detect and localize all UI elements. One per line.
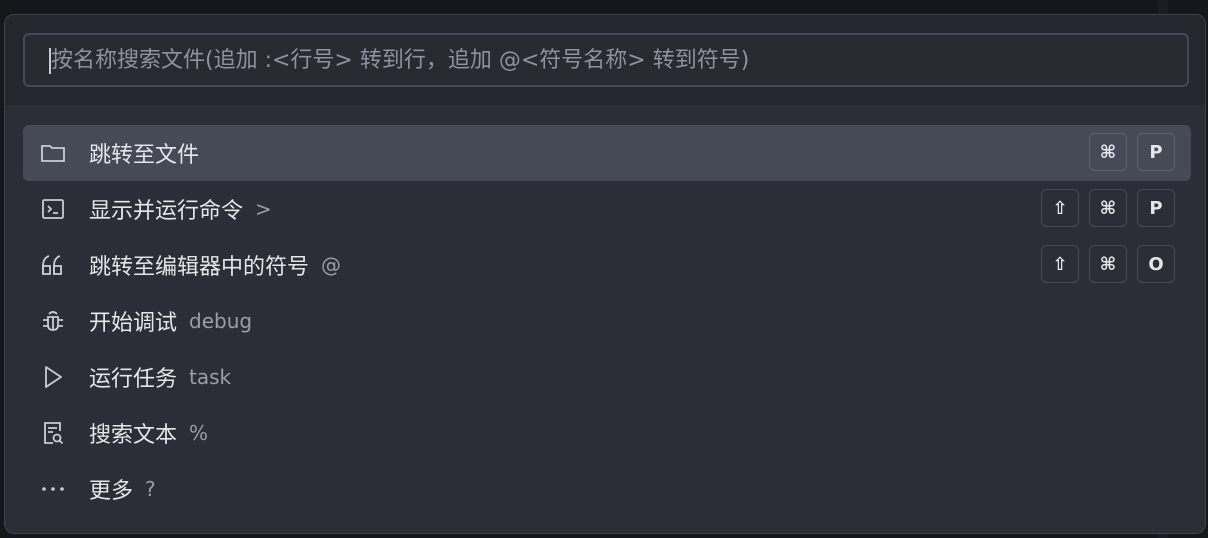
palette-input-area [5,15,1205,105]
command-key: ⌘ [1089,133,1127,171]
item-label: 更多 [89,479,134,504]
item-label: 搜索文本 [89,423,178,448]
command-key: ⌘ [1089,189,1127,227]
item-hint: > [255,197,272,221]
list-item-run-task[interactable]: 运行任务 task [23,349,1191,405]
item-label: 显示并运行命令 [89,199,244,224]
shortcut-keys: ⇧ ⌘ O [1041,245,1175,283]
item-label: 跳转至编辑器中的符号 [89,255,310,280]
command-palette: 跳转至文件 ⌘ P 显示并运行命令 > ⇧ ⌘ P [4,14,1206,534]
text-caret [49,48,51,74]
play-icon [39,363,67,391]
item-hint: % [189,421,209,445]
list-item-search-text[interactable]: 搜索文本 % [23,405,1191,461]
search-file-icon [39,419,67,447]
terminal-icon [39,195,67,223]
shortcut-keys: ⌘ P [1089,133,1175,171]
shift-key: ⇧ [1041,189,1079,227]
item-hint: ? [145,477,156,501]
bug-icon [39,307,67,335]
quote-icon [39,251,67,279]
command-list: 跳转至文件 ⌘ P 显示并运行命令 > ⇧ ⌘ P 跳转至编辑器中的符号 @ ⇧… [23,125,1191,517]
list-item-go-to-file[interactable]: 跳转至文件 ⌘ P [23,125,1191,181]
search-box[interactable] [23,33,1189,87]
item-label: 开始调试 [89,311,178,336]
p-key: P [1137,133,1175,171]
command-key: ⌘ [1089,245,1127,283]
item-label: 跳转至文件 [89,143,200,168]
item-label: 运行任务 [89,367,178,392]
item-hint: @ [321,253,342,277]
list-item-more[interactable]: 更多 ? [23,461,1191,517]
list-item-start-debug[interactable]: 开始调试 debug [23,293,1191,349]
shortcut-keys: ⇧ ⌘ P [1041,189,1175,227]
item-hint: task [189,365,232,389]
o-key: O [1137,245,1175,283]
list-item-go-to-symbol[interactable]: 跳转至编辑器中的符号 @ ⇧ ⌘ O [23,237,1191,293]
p-key: P [1137,189,1175,227]
shift-key: ⇧ [1041,245,1079,283]
search-input[interactable] [25,34,1187,86]
item-hint: debug [189,309,253,333]
ellipsis-icon [39,475,67,503]
folder-icon [39,139,67,167]
list-item-run-command[interactable]: 显示并运行命令 > ⇧ ⌘ P [23,181,1191,237]
